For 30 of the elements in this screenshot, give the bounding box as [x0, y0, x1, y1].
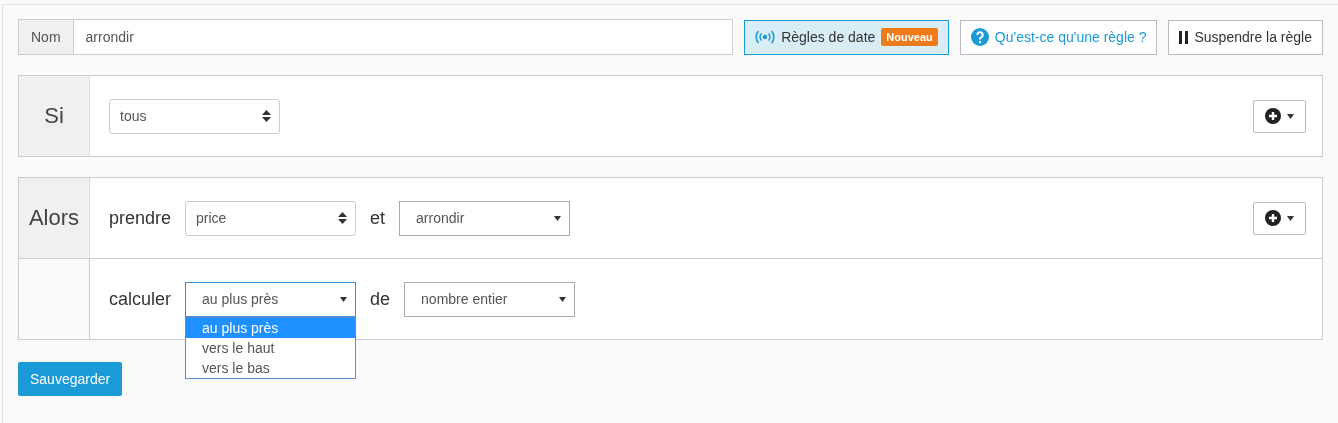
pause-icon — [1179, 30, 1189, 44]
caret-icon — [559, 296, 567, 302]
select-field[interactable]: tous — [109, 98, 280, 134]
add-button[interactable] — [1253, 99, 1306, 133]
row-label: et — [370, 207, 386, 229]
add-button[interactable] — [1253, 201, 1306, 235]
plus-circle-icon — [1265, 210, 1281, 226]
select-field[interactable]: nombre entier — [404, 281, 576, 317]
caret-icon — [1287, 215, 1294, 221]
caret-icon — [554, 215, 562, 221]
name-label: Nom — [18, 19, 74, 55]
row-label: de — [370, 288, 391, 310]
broadcast-icon — [755, 30, 776, 44]
caret-icon — [340, 296, 348, 302]
pause-button[interactable]: Suspendre la règle — [1168, 19, 1323, 55]
plus-circle-icon — [1265, 108, 1281, 124]
select-field[interactable]: au plus près — [185, 281, 357, 317]
select-field[interactable]: arrondir — [399, 200, 571, 236]
new-badge: Nouveau — [881, 28, 938, 46]
name-field[interactable]: arrondir — [73, 19, 734, 55]
date-rules-button[interactable]: Règles de date Nouveau — [744, 19, 949, 55]
sort-icon — [262, 110, 271, 122]
sort-icon — [338, 212, 348, 224]
caret-icon — [1287, 113, 1294, 119]
select-field[interactable]: price — [185, 200, 357, 236]
row-label: calculer — [109, 288, 172, 310]
row-label: prendre — [109, 207, 172, 229]
section-label: Alors — [19, 178, 90, 258]
section-label: Si — [19, 76, 90, 156]
help-icon — [970, 28, 989, 46]
